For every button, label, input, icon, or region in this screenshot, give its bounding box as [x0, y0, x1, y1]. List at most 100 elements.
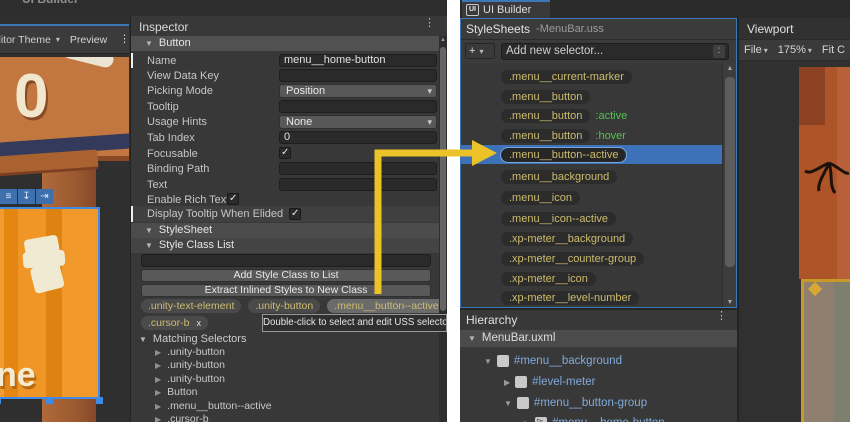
field-row-tooltip: Tooltip — [131, 100, 440, 114]
matching-selector-item[interactable]: .unity-button — [155, 359, 225, 372]
canvas-artwork: 0 ≡ ↧ ⇥ ne — [0, 57, 129, 422]
selection-handle[interactable] — [96, 397, 103, 404]
add-selector-menu-button[interactable]: + — [465, 43, 495, 59]
game-art-column — [799, 67, 850, 279]
hierarchy-row[interactable]: ▶ #menu__home-button — [524, 414, 665, 422]
chevron-down-icon: ▾ — [807, 46, 812, 55]
scrollbar-thumb[interactable] — [725, 77, 735, 267]
style-class-input[interactable] — [141, 254, 431, 267]
matching-selector-item[interactable]: .unity-button — [155, 373, 225, 386]
tab-index-input[interactable]: 0 — [279, 131, 437, 144]
zoom-level-dropdown[interactable]: 175% ▾ — [773, 44, 817, 56]
picking-mode-dropdown[interactable]: Position — [279, 84, 437, 98]
uss-selector-row[interactable]: .xp-meter__icon — [461, 269, 722, 288]
chevron-down-icon: ▾ — [763, 46, 768, 55]
expand-arrow-icon[interactable]: ▼ — [484, 357, 492, 366]
inspector-panel: Inspector ⋮ Button Name menu__home-butto… — [130, 16, 447, 422]
collapse-arrow-icon[interactable]: ▶ — [524, 419, 530, 422]
matching-selectors-foldout[interactable]: Matching Selectors — [131, 332, 440, 347]
tab-ui-builder[interactable]: UI UI Builder — [462, 0, 550, 18]
sign-number-text: 0 — [14, 62, 49, 131]
stylesheets-scrollbar[interactable]: ▲ ▼ — [722, 63, 736, 307]
art-stripe — [834, 282, 850, 422]
tab-bar: UI UI Builder — [460, 0, 850, 18]
view-data-key-input[interactable] — [279, 69, 437, 82]
uss-selector-row[interactable]: .menu__button — [461, 87, 722, 106]
name-input[interactable]: menu__home-button — [279, 54, 437, 67]
hierarchy-row[interactable]: ▼ #menu__background — [484, 352, 622, 370]
focusable-checkbox[interactable] — [279, 147, 291, 159]
stylesheets-title: StyleSheets — [466, 22, 531, 36]
matching-selector-item[interactable]: .menu__button--active — [155, 400, 271, 413]
uss-selector-row[interactable]: .menu__icon--active — [461, 209, 722, 228]
ui-builder-icon: UI — [466, 4, 479, 16]
hierarchy-root-row[interactable]: MenuBar.uxml — [460, 330, 737, 347]
matching-selector-item[interactable]: Button — [155, 386, 197, 399]
binding-path-input[interactable] — [279, 162, 437, 175]
align-lines-icon[interactable]: ≡ — [0, 189, 17, 204]
hierarchy-row[interactable]: ▶ #level-meter — [504, 373, 595, 391]
add-new-selector-input[interactable]: Add new selector... : — [501, 43, 729, 60]
scroll-down-icon[interactable]: ▼ — [723, 299, 736, 306]
style-class-pill-active[interactable]: .menu__button--activex — [327, 299, 447, 313]
matching-selector-item[interactable]: .cursor-b — [155, 413, 208, 422]
uss-selector-row[interactable]: .xp-meter__background — [461, 229, 722, 248]
field-row-view-data-key: View Data Key — [131, 69, 440, 83]
enable-rich-text-checkbox[interactable] — [227, 193, 239, 205]
preview-button[interactable]: Preview — [64, 34, 113, 46]
unity-ui-builder-window-right: UI UI Builder StyleSheets -MenuBar.uss +… — [460, 0, 850, 422]
stylesheet-foldout[interactable]: StyleSheet — [131, 223, 440, 238]
scroll-up-icon[interactable]: ▲ — [439, 37, 447, 43]
remove-class-icon[interactable]: x — [196, 318, 201, 328]
field-row-text: Text — [131, 178, 440, 192]
uss-selector-row[interactable]: .menu__background — [461, 167, 722, 186]
kebab-menu-icon[interactable]: ⋮ — [424, 18, 435, 29]
pseudo-state-menu-button[interactable]: : — [713, 45, 725, 58]
anchor-left-icon[interactable]: ⇥ — [36, 189, 53, 204]
matching-selector-item[interactable]: .unity-button — [155, 346, 225, 359]
inspector-scrollbar[interactable]: ▲ — [439, 36, 447, 422]
uss-selector-row[interactable]: .xp-meter__counter-group — [461, 249, 722, 268]
kebab-menu-icon[interactable]: ⋮ — [113, 34, 130, 45]
anchor-toolbar: ≡ ↧ ⇥ — [0, 189, 53, 204]
style-class-list-foldout[interactable]: Style Class List — [131, 238, 440, 253]
add-style-class-button[interactable]: Add Style Class to List — [141, 269, 431, 282]
viewport-panel: Viewport File ▾ 175% ▾ Fit C — [737, 18, 850, 422]
display-tooltip-checkbox[interactable] — [289, 208, 301, 220]
fit-canvas-button[interactable]: Fit C — [817, 44, 850, 56]
stylesheets-toolbar: + Add new selector... : — [461, 40, 736, 63]
editor-theme-dropdown[interactable]: ditor Theme — [0, 34, 51, 46]
selection-handle[interactable] — [46, 397, 53, 404]
uss-selector-row[interactable]: .menu__icon — [461, 188, 722, 207]
tooltip-input[interactable] — [279, 100, 437, 113]
collapse-arrow-icon[interactable]: ▶ — [504, 378, 510, 387]
uss-selector-row[interactable]: .menu__button:active — [461, 106, 722, 125]
viewport-canvas — [739, 61, 850, 422]
extract-inlined-styles-button[interactable]: Extract Inlined Styles to New Class — [141, 284, 431, 297]
usage-hints-dropdown[interactable]: None — [279, 115, 437, 129]
style-class-pill[interactable]: .unity-text-element — [141, 299, 242, 313]
uss-selector-row[interactable]: .menu__current-marker — [461, 67, 722, 86]
uss-selector-row-selected[interactable]: .menu__button--active — [461, 145, 722, 164]
style-class-pill[interactable]: .cursor-b x — [141, 316, 208, 330]
uss-selector-list: .menu__current-marker .menu__button .men… — [461, 63, 736, 307]
button-foldout[interactable]: Button — [131, 36, 440, 51]
uss-selector-row[interactable]: .xp-meter__level-number — [461, 288, 722, 307]
selected-home-button-element[interactable]: ne — [0, 207, 100, 399]
text-input[interactable] — [279, 178, 437, 191]
window-titlebar: UI Builder — [0, 0, 447, 16]
kebab-menu-icon[interactable]: ⋮ — [716, 311, 727, 322]
button-element-icon — [535, 416, 548, 422]
file-menu[interactable]: File ▾ — [739, 44, 773, 56]
field-row-focusable: Focusable — [131, 147, 440, 161]
scroll-up-icon[interactable]: ▲ — [723, 65, 736, 72]
anchor-bottom-icon[interactable]: ↧ — [18, 189, 35, 204]
canvas-toolbar: ditor Theme ▾ Preview ⋮ — [0, 24, 130, 54]
scrollbar-thumb[interactable] — [440, 47, 446, 311]
style-class-pill[interactable]: .unity-button — [248, 299, 321, 313]
selection-handle[interactable] — [0, 397, 1, 404]
uss-selector-row[interactable]: .menu__button:hover — [461, 126, 722, 145]
expand-arrow-icon[interactable]: ▼ — [504, 399, 512, 408]
game-art-panel-highlighted — [801, 279, 850, 422]
hierarchy-row[interactable]: ▼ #menu__button-group — [504, 394, 647, 412]
